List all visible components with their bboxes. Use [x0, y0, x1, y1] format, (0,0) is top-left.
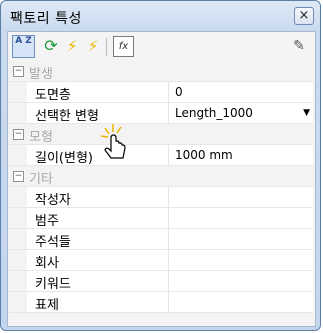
category-label: 발생	[29, 67, 53, 82]
row-gutter	[9, 145, 27, 165]
row-gutter	[9, 271, 27, 291]
property-row[interactable]: 도면층 0	[9, 82, 313, 103]
dropdown-arrow-icon[interactable]: ▼	[303, 103, 310, 123]
lightning-add-icon[interactable]: ⚡	[83, 36, 103, 56]
property-value[interactable]	[168, 271, 313, 291]
property-value[interactable]: Length_1000 ▼	[168, 103, 313, 123]
refresh-icon[interactable]: ⟳	[41, 36, 61, 56]
row-gutter	[9, 103, 27, 123]
window-title: 팩토리 특성	[10, 11, 82, 27]
collapse-icon[interactable]: −	[13, 66, 24, 77]
property-name: 선택한 변형	[35, 109, 99, 124]
lightning-icon[interactable]: ⚡	[62, 36, 82, 56]
hand-cursor-icon	[100, 124, 126, 159]
property-value[interactable]	[168, 187, 313, 207]
property-grid: − 발생 도면층 0 선택한 변형 Length_1000 ▼ − 모형 길이(변형) 1000 m…	[9, 61, 313, 313]
factory-properties-window: 팩토리 특성 × A Z ⟳ ⚡ ⚡ fx ✎ − 발생 도면층 0 선택한 변형 Len…	[0, 0, 321, 331]
collapse-icon[interactable]: −	[13, 171, 24, 182]
property-row[interactable]: 주석들	[9, 229, 313, 250]
property-name: 작성자	[35, 193, 71, 208]
property-value-text: 1000 mm	[175, 148, 233, 162]
row-gutter	[9, 292, 27, 312]
property-value[interactable]	[168, 229, 313, 249]
sort-alphabetical-icon[interactable]: A Z	[12, 35, 35, 58]
row-gutter	[9, 250, 27, 270]
row-gutter	[9, 208, 27, 228]
property-name: 표제	[35, 298, 59, 313]
category-row[interactable]: − 기타	[9, 166, 313, 187]
property-row[interactable]: 회사	[9, 250, 313, 271]
collapse-icon[interactable]: −	[13, 129, 24, 140]
property-row[interactable]: 길이(변형) 1000 mm	[9, 145, 313, 166]
property-value-text: 0	[175, 85, 183, 99]
property-name: 범주	[35, 214, 59, 229]
property-row[interactable]: 작성자	[9, 187, 313, 208]
category-row[interactable]: − 모형	[9, 124, 313, 145]
category-label: 기타	[29, 172, 53, 187]
property-name: 회사	[35, 256, 59, 271]
row-gutter	[9, 82, 27, 102]
property-row[interactable]: 표제	[9, 292, 313, 313]
property-name: 키워드	[35, 277, 71, 292]
property-row[interactable]: 선택한 변형 Length_1000 ▼	[9, 103, 313, 124]
toolbar: A Z ⟳ ⚡ ⚡ fx ✎	[8, 32, 315, 60]
property-name: 주석들	[35, 235, 71, 250]
row-gutter	[9, 187, 27, 207]
property-value[interactable]: 1000 mm	[168, 145, 313, 165]
property-name: 도면층	[35, 88, 71, 103]
property-value[interactable]	[168, 250, 313, 270]
category-label: 모형	[29, 130, 53, 145]
title-bar[interactable]: 팩토리 특성 ×	[1, 1, 320, 31]
row-gutter	[9, 229, 27, 249]
formula-icon[interactable]: fx	[113, 36, 134, 57]
close-button[interactable]: ×	[294, 7, 314, 25]
toolbar-separator	[106, 38, 107, 56]
properties-panel: A Z ⟳ ⚡ ⚡ fx ✎ − 발생 도면층 0 선택한 변형 Length_1000 ▼…	[7, 31, 316, 327]
property-row[interactable]: 범주	[9, 208, 313, 229]
edit-icon[interactable]: ✎	[289, 36, 309, 56]
property-value-text: Length_1000	[175, 106, 253, 120]
category-row[interactable]: − 발생	[9, 61, 313, 82]
property-value[interactable]	[168, 292, 313, 312]
property-value[interactable]: 0	[168, 82, 313, 102]
property-value[interactable]	[168, 208, 313, 228]
property-name: 길이(변형)	[35, 151, 93, 166]
property-row[interactable]: 키워드	[9, 271, 313, 292]
